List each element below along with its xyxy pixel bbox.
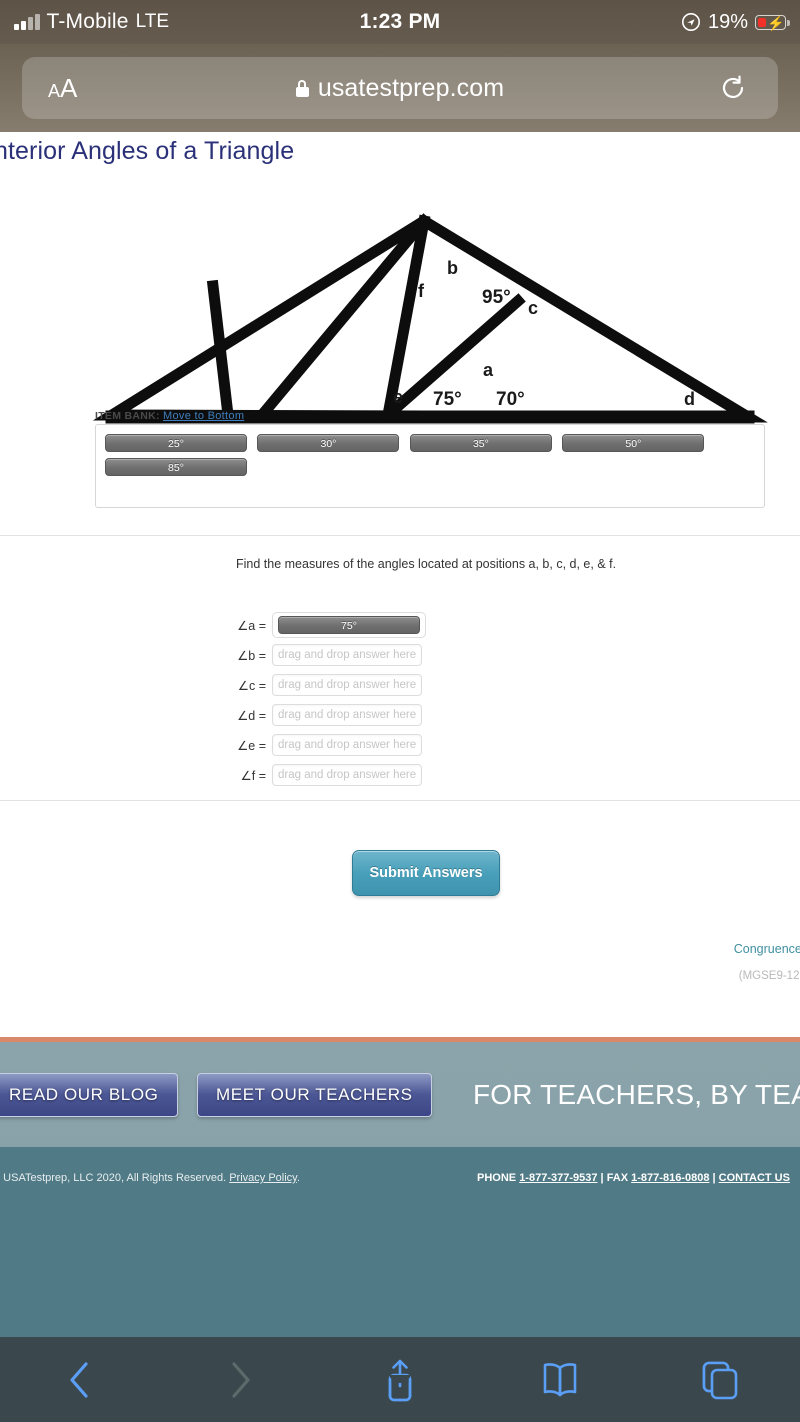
- answer-row-e: ∠e = drag and drop answer here: [200, 730, 426, 760]
- battery-percent: 19%: [707, 10, 748, 33]
- answer-row-c: ∠c = drag and drop answer here: [200, 670, 426, 700]
- figure-label-e: e: [393, 387, 403, 407]
- figure-label-f: f: [418, 281, 425, 301]
- read-our-blog-button[interactable]: READ OUR BLOG: [0, 1072, 178, 1117]
- answer-dropzone-b[interactable]: drag and drop answer here: [272, 644, 422, 666]
- answer-list: ∠a = 75° ∠b = drag and drop answer here …: [200, 610, 426, 790]
- url-display[interactable]: usatestprep.com: [22, 74, 778, 103]
- status-bar-left: T-Mobile LTE: [0, 10, 290, 34]
- meet-our-teachers-button[interactable]: MEET OUR TEACHERS: [197, 1072, 432, 1117]
- answer-row-a: ∠a = 75°: [200, 610, 426, 640]
- bookmarks-button[interactable]: [525, 1354, 595, 1406]
- phone-label: PHONE: [477, 1172, 517, 1184]
- footer-contact-info: PHONE 1-877-377-9537 | FAX 1-877-816-080…: [477, 1172, 790, 1184]
- item-bank-chip[interactable]: 30°: [257, 434, 400, 452]
- phone-link[interactable]: 1-877-377-9537: [519, 1172, 597, 1184]
- phone-screen: T-Mobile LTE 1:23 PM 19% ⚡ AA usatestpre…: [0, 0, 800, 1422]
- footer-tagline: FOR TEACHERS, BY TEACHER: [473, 1078, 800, 1110]
- item-bank-chip[interactable]: 25°: [105, 434, 247, 452]
- divider: [0, 800, 800, 801]
- signal-bars-icon: [14, 14, 40, 30]
- answer-label-c: ∠c =: [237, 678, 266, 693]
- address-bar[interactable]: AA usatestprep.com: [22, 57, 778, 119]
- answer-chip-a[interactable]: 75°: [278, 616, 420, 634]
- item-bank-panel: 25° 30° 35° 50° 85°: [95, 424, 765, 508]
- item-bank-chip[interactable]: 35°: [409, 434, 552, 452]
- forward-button[interactable]: [205, 1354, 275, 1406]
- lock-icon: [295, 79, 309, 97]
- answer-label-a: ∠a =: [237, 618, 266, 633]
- answer-label-b: ∠b =: [237, 648, 266, 663]
- book-icon: [543, 1362, 577, 1396]
- answer-dropzone-c[interactable]: drag and drop answer here: [272, 674, 422, 696]
- submit-answers-button[interactable]: Submit Answers: [352, 850, 500, 896]
- location-arrow-icon: [681, 13, 700, 31]
- figure-angle-75: 75°: [433, 389, 462, 410]
- status-bar-right: 19% ⚡: [510, 11, 800, 34]
- fax-label: FAX: [606, 1172, 629, 1184]
- standard-code: (MGSE9-12.G.CO.10) Triangle: [738, 970, 800, 982]
- page-title: nterior Angles of a Triangle: [0, 137, 295, 165]
- footer-copyright: © USATestprep, LLC 2020, All Rights Rese…: [0, 1172, 300, 1184]
- item-bank-header: ITEM BANK: Move to Bottom: [95, 410, 244, 422]
- reload-icon[interactable]: [718, 73, 748, 103]
- separator: |: [597, 1172, 607, 1184]
- answer-row-f: ∠f = drag and drop answer here: [200, 760, 426, 790]
- triangle-truss-figure: b f 95° c a e 75° 70° d: [92, 213, 768, 424]
- share-button[interactable]: [365, 1354, 435, 1406]
- tabs-icon: [702, 1361, 738, 1399]
- answer-dropzone-f[interactable]: drag and drop answer here: [272, 764, 422, 786]
- share-icon: [388, 1359, 412, 1401]
- figure-angle-95: 95°: [482, 287, 511, 308]
- figure-label-d: d: [684, 389, 695, 409]
- webpage-content: nterior Angles of a Triangle b f 95° c a: [0, 132, 800, 1422]
- answer-label-f: ∠f =: [240, 768, 266, 783]
- fax-link[interactable]: 1-877-816-0808: [631, 1172, 709, 1184]
- status-bar-clock: 1:23 PM: [359, 10, 441, 33]
- copyright-period: .: [296, 1172, 300, 1184]
- safari-bottom-toolbar: [0, 1337, 800, 1422]
- answer-row-b: ∠b = drag and drop answer here: [200, 640, 426, 670]
- figure-label-b: b: [447, 258, 458, 278]
- divider: [0, 535, 800, 536]
- network-type: LTE: [135, 11, 170, 32]
- answer-row-d: ∠d = drag and drop answer here: [200, 700, 426, 730]
- text-size-button[interactable]: AA: [48, 73, 77, 104]
- battery-charging-icon: ⚡: [755, 14, 790, 31]
- url-text: usatestprep.com: [317, 73, 505, 102]
- figure-angle-70: 70°: [496, 389, 525, 410]
- figure-label-c: c: [528, 298, 538, 318]
- tabs-button[interactable]: [685, 1354, 755, 1406]
- ios-status-bar: T-Mobile LTE 1:23 PM 19% ⚡: [0, 0, 800, 44]
- answer-dropzone-d[interactable]: drag and drop answer here: [272, 704, 422, 726]
- answer-dropzone-a[interactable]: 75°: [272, 612, 426, 638]
- answer-label-d: ∠d =: [237, 708, 266, 723]
- answer-label-e: ∠e =: [237, 738, 266, 753]
- copyright-text: © USATestprep, LLC 2020, All Rights Rese…: [0, 1172, 227, 1184]
- privacy-policy-link[interactable]: Privacy Policy: [229, 1172, 297, 1184]
- footer-top-band: READ OUR BLOG MEET OUR TEACHERS FOR TEAC…: [0, 1042, 800, 1147]
- contact-us-link[interactable]: CONTACT US: [719, 1172, 790, 1184]
- back-button[interactable]: [45, 1354, 115, 1406]
- carrier-name: T-Mobile: [46, 10, 129, 33]
- forward-chevron-icon: [232, 1361, 250, 1398]
- item-bank-label: ITEM BANK:: [95, 410, 160, 422]
- question-prompt: Find the measures of the angles located …: [236, 557, 617, 571]
- footer-bottom-band: © USATestprep, LLC 2020, All Rights Rese…: [0, 1147, 800, 1357]
- back-chevron-icon: [70, 1361, 88, 1398]
- move-to-bottom-link[interactable]: Move to Bottom: [163, 410, 244, 422]
- answer-dropzone-e[interactable]: drag and drop answer here: [272, 734, 422, 756]
- safari-url-bar-area: AA usatestprep.com: [0, 44, 800, 132]
- item-bank-chip[interactable]: 85°: [105, 458, 247, 476]
- standard-title[interactable]: Congruence and S: [734, 942, 800, 956]
- separator: |: [709, 1172, 719, 1184]
- item-bank-chip[interactable]: 50°: [562, 434, 705, 452]
- figure-label-a: a: [483, 360, 494, 380]
